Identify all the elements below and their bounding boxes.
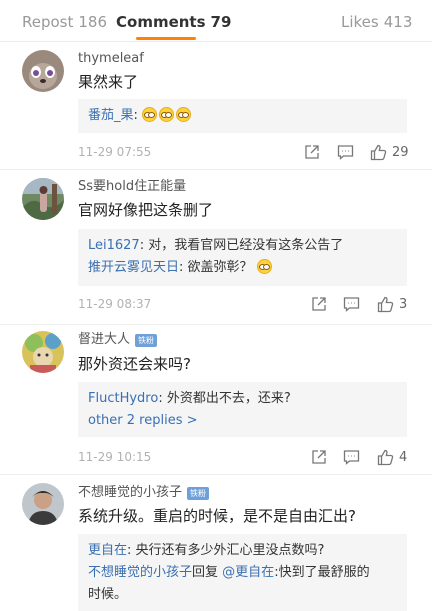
reply-line: 更自在: 央行还有多少外汇心里没点数吗? — [88, 540, 397, 562]
sunglasses-emoji-icon — [159, 107, 175, 122]
reply-text: : — [133, 108, 143, 123]
comment-item: 不想睡觉的小孩子 铁粉 系统升级。重启的时候，是不是自由汇出? 更自在: 央行还有… — [0, 475, 432, 611]
share-button[interactable] — [311, 294, 327, 314]
reply-line: FluctHydro: 外资都出不去，还来? — [88, 388, 397, 410]
tab-comments[interactable]: Comments 79 — [116, 12, 231, 32]
reply-author-link[interactable]: 推开云雾见天日 — [88, 260, 179, 275]
like-count: 4 — [399, 449, 408, 465]
reply-text: :快到了最舒服的 — [274, 565, 370, 580]
comment-meta: 11-29 08:37 3 — [78, 294, 407, 314]
tab-comments-label: Comments — [116, 13, 206, 31]
comment-button[interactable] — [343, 447, 360, 467]
comment-username[interactable]: Ss要hold住正能量 — [78, 178, 186, 196]
like-count: 3 — [399, 296, 408, 312]
reply-box[interactable]: FluctHydro: 外资都出不去，还来? other 2 replies > — [78, 382, 407, 437]
tab-repost-label: Repost — [22, 13, 74, 31]
reply-line: 番茄_果: — [88, 105, 397, 127]
share-icon — [312, 297, 326, 311]
comment-icon — [343, 297, 360, 312]
comment-username[interactable]: 督进大人 铁粉 — [78, 331, 158, 349]
comment-meta: 11-29 07:55 29 — [78, 142, 409, 162]
thumbs-up-icon — [377, 449, 394, 465]
reply-author-link[interactable]: Lei1627 — [88, 238, 140, 253]
thumbs-up-icon — [377, 296, 394, 312]
fan-badge: 铁粉 — [187, 486, 210, 500]
comment-time: 11-29 07:55 — [78, 145, 152, 159]
reply-word: 回复 — [192, 565, 219, 580]
reply-line: 不想睡觉的小孩子回复 @更自在:快到了最舒服的 — [88, 562, 397, 584]
comment-username[interactable]: 不想睡觉的小孩子 铁粉 — [78, 484, 210, 502]
tab-comments-count: 79 — [210, 13, 232, 31]
share-icon — [305, 145, 319, 159]
more-replies-link[interactable]: other 2 replies > — [88, 410, 397, 432]
comment-icon — [337, 145, 354, 160]
active-tab-indicator — [136, 37, 196, 40]
reply-line: Lei1627: 对，我看官网已经没有这条公告了 — [88, 235, 397, 257]
avatar[interactable] — [22, 331, 64, 373]
avatar[interactable] — [22, 50, 64, 92]
username-text: 督进大人 — [78, 332, 131, 347]
grin-emoji-icon — [256, 259, 272, 274]
thumbs-up-icon — [370, 144, 387, 160]
like-button[interactable]: 3 — [377, 294, 407, 314]
share-icon — [312, 450, 326, 464]
comment-item: 督进大人 铁粉 那外资还会来吗? FluctHydro: 外资都出不去，还来? o… — [0, 325, 432, 475]
comment-text: 那外资还会来吗? — [78, 355, 191, 373]
reply-author-link[interactable]: FluctHydro — [88, 391, 158, 406]
avatar[interactable] — [22, 483, 64, 525]
mention-link[interactable]: @更自在 — [222, 565, 274, 580]
reply-line-continued: 时候。 — [88, 587, 128, 602]
reply-text: : 外资都出不去，还来? — [158, 391, 291, 406]
reply-text: : 欲盖弥彰？ — [179, 260, 253, 275]
tab-repost-count: 186 — [78, 13, 108, 31]
reply-text: : 央行还有多少外汇心里没点数吗? — [127, 543, 325, 558]
comment-meta: 11-29 10:15 4 — [78, 447, 407, 467]
tab-likes[interactable]: Likes 413 — [341, 12, 412, 32]
like-button[interactable]: 4 — [377, 447, 407, 467]
share-button[interactable] — [304, 142, 320, 162]
comment-tabs: Repost 186 Comments 79 Likes 413 — [0, 0, 432, 42]
comment-icon — [343, 450, 360, 465]
comment-text: 果然来了 — [78, 73, 139, 91]
sunglasses-emoji-icon — [142, 107, 158, 122]
reply-text: : 对，我看官网已经没有这条公告了 — [139, 238, 344, 253]
share-button[interactable] — [311, 447, 327, 467]
sunglasses-emoji-icon — [176, 107, 192, 122]
reply-author-link[interactable]: 番茄_果 — [88, 108, 134, 123]
avatar[interactable] — [22, 178, 64, 220]
reply-line: 推开云雾见天日: 欲盖弥彰？ — [88, 257, 397, 279]
comment-username[interactable]: thymeleaf — [78, 50, 144, 68]
tab-likes-count: 413 — [383, 13, 413, 31]
like-button[interactable]: 29 — [370, 142, 409, 162]
reply-author-link[interactable]: 更自在 — [88, 543, 127, 558]
comment-item: Ss要hold住正能量 官网好像把这条删了 Lei1627: 对，我看官网已经没… — [0, 170, 432, 325]
comment-text: 官网好像把这条删了 — [78, 201, 214, 219]
tab-repost[interactable]: Repost 186 — [22, 12, 107, 32]
username-text: Ss要hold住正能量 — [78, 179, 187, 194]
comment-button[interactable] — [337, 142, 354, 162]
reply-box[interactable]: 更自在: 央行还有多少外汇心里没点数吗? 不想睡觉的小孩子回复 @更自在:快到了… — [78, 534, 407, 611]
tab-likes-label: Likes — [341, 13, 379, 31]
comment-time: 11-29 08:37 — [78, 297, 152, 311]
fan-badge: 铁粉 — [135, 333, 158, 347]
username-text: thymeleaf — [78, 51, 144, 66]
reply-box[interactable]: 番茄_果: — [78, 99, 407, 133]
comment-button[interactable] — [343, 294, 360, 314]
username-text: 不想睡觉的小孩子 — [78, 485, 183, 500]
comment-text: 系统升级。重启的时候，是不是自由汇出? — [78, 507, 356, 525]
like-count: 29 — [392, 144, 409, 160]
reply-box[interactable]: Lei1627: 对，我看官网已经没有这条公告了 推开云雾见天日: 欲盖弥彰？ — [78, 229, 407, 286]
reply-author-link[interactable]: 不想睡觉的小孩子 — [88, 565, 192, 580]
comment-time: 11-29 10:15 — [78, 450, 152, 464]
comment-item: thymeleaf 果然来了 番茄_果: 11-29 07:55 29 — [0, 42, 432, 170]
